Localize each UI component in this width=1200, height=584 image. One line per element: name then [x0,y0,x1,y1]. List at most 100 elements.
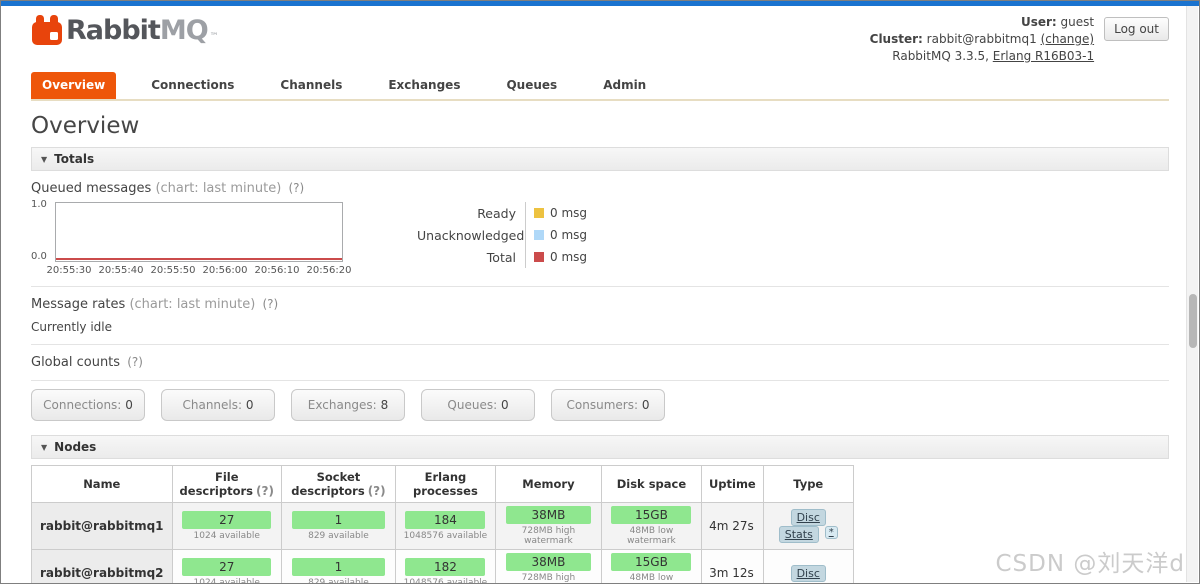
header-status-block: User: guest Cluster: rabbit@rabbitmq1 (c… [870,14,1169,64]
capacity-bar: 1 [291,511,385,530]
queued-messages-help[interactable]: (?) [288,181,304,195]
disk-space-cell: 15GB 48MB low watermark [600,549,702,584]
x-axis-ticks: 20:55:30 20:55:40 20:55:50 20:56:00 20:5… [43,265,355,276]
total-series-swatch [534,252,544,263]
file-descriptors-cell: 27 1024 available [171,549,282,583]
legend-row-total: Total 0 msg [417,246,587,269]
file-descriptors-help[interactable]: (?) [256,484,274,498]
file-descriptors-cell: 27 1024 available [171,502,282,551]
socket-descriptors-cell: 1 829 available [280,549,396,583]
cluster-line: Cluster: rabbit@rabbitmq1 (change) [870,31,1094,48]
capacity-sub-label: 1024 available [193,531,260,542]
legend-label: Ready [477,205,516,221]
legend-row-unacknowledged: Unacknowledged 0 msg [417,224,588,247]
tab-admin[interactable]: Admin [592,72,657,99]
column-label: Name [83,477,121,492]
node-row-rabbitmq1: rabbit@rabbitmq1 27 1024 available 1 829… [31,502,854,551]
capacity-sub-label: 1048576 available [403,578,488,584]
node-name: rabbit@rabbitmq1 [31,502,173,551]
y-axis-min-label: 0.0 [31,251,47,263]
capacity-sub-label: 728MB high watermark [521,573,576,584]
logo-text-mq: MQ [159,14,209,46]
chip-value: 0 [641,398,650,413]
disc-tag: Disc [790,564,826,582]
totals-section-title: Totals [54,152,95,167]
uptime-cell: 4m 27s [700,502,764,551]
logo-text-rabbit: Rabbit [66,14,161,46]
change-cluster-link[interactable]: (change) [1041,32,1095,46]
tab-channels[interactable]: Channels [269,72,353,99]
nodes-section-title: Nodes [54,440,97,455]
col-name: Name [31,465,173,504]
col-uptime: Uptime [700,465,764,504]
capacity-sub-label: 48MB low watermark [629,573,674,584]
x-tick: 20:55:30 [46,265,92,277]
stats-tag: Stats [778,526,819,544]
chip-label: Connections: [43,398,122,413]
capacity-bar: 38MB [505,553,592,572]
star-tag: * [824,526,838,540]
queues-count: Queues: 0 [421,389,535,422]
capacity-bar: 27 [182,511,272,530]
scrollbar[interactable] [1186,6,1198,582]
legend-value: 0 msg [550,206,588,221]
main-nav: Overview Connections Channels Exchanges … [31,72,1169,102]
tab-overview[interactable]: Overview [31,72,117,100]
header: Rabbit MQ ™ User: guest Cluster: rabbit@ra… [31,6,1169,64]
nodes-section-header[interactable]: ▼ Nodes [31,435,1169,460]
logo-trademark: ™ [209,31,219,42]
legend-label: Unacknowledged [417,227,525,243]
socket-descriptors-cell: 1 829 available [280,502,396,551]
chip-label: Exchanges: [307,398,377,413]
chip-value: 0 [125,398,133,413]
cluster-name: rabbit@rabbitmq1 [926,31,1037,46]
col-file-descriptors: File descriptors (?) [171,465,282,504]
table-header-row: Name File descriptors (?) Socket descript… [31,465,854,504]
channels-count: Channels: 0 [161,389,275,422]
message-rates-help[interactable]: (?) [262,297,278,311]
tab-connections[interactable]: Connections [140,72,245,99]
user-line: User: guest [870,14,1094,31]
x-tick: 20:55:40 [98,265,144,277]
capacity-sub-label: 728MB high watermark [521,526,576,547]
x-tick: 20:55:50 [150,265,196,277]
socket-descriptors-help[interactable]: (?) [368,484,386,498]
legend-label: Total [486,249,516,265]
disk-space-cell: 15GB 48MB low watermark [600,502,702,551]
legend-value: 0 msg [550,228,588,243]
capacity-bar: 15GB [611,553,692,572]
capacity-sub-label: 1048576 available [403,531,488,542]
global-counts-heading: Global counts (?) [31,355,1169,370]
consumers-count: Consumers: 0 [551,389,665,422]
capacity-bar: 15GB [611,506,692,525]
header-status-lines: User: guest Cluster: rabbit@rabbitmq1 (c… [870,14,1094,64]
unacknowledged-series-swatch [534,230,544,241]
message-rates-hint: (chart: last minute) [129,297,256,313]
queued-messages-hint: (chart: last minute) [155,181,282,197]
capacity-bar: 184 [405,511,486,530]
global-counts-title: Global counts [31,355,121,371]
column-label: Uptime [708,477,756,492]
capacity-sub-label: 48MB low watermark [627,526,676,547]
rabbitmq-logo[interactable]: Rabbit MQ ™ [31,14,219,46]
collapse-arrow-icon: ▼ [41,154,48,164]
scrollbar-thumb[interactable] [1189,294,1197,348]
tab-queues[interactable]: Queues [495,72,568,99]
capacity-bar: 182 [405,558,486,577]
global-counts-help[interactable]: (?) [127,355,143,369]
totals-section-header[interactable]: ▼ Totals [31,147,1169,172]
chip-value: 0 [245,398,254,413]
x-tick: 20:56:10 [254,265,300,277]
column-label: Socket descriptors [291,470,365,499]
message-rates-status: Currently idle [31,320,112,335]
col-memory: Memory [494,465,602,504]
chip-label: Channels: [182,398,243,413]
erlang-version-link[interactable]: Erlang R16B03-1 [993,49,1094,63]
logout-button[interactable]: Log out [1104,17,1169,41]
page-content: Rabbit MQ ™ User: guest Cluster: rabbit@ra… [1,6,1199,584]
legend-value-cell: 0 msg [525,224,588,247]
type-cell: Disc [762,549,854,583]
column-label: Memory [522,477,575,492]
tab-exchanges[interactable]: Exchanges [377,72,471,99]
chip-value: 0 [500,398,509,413]
